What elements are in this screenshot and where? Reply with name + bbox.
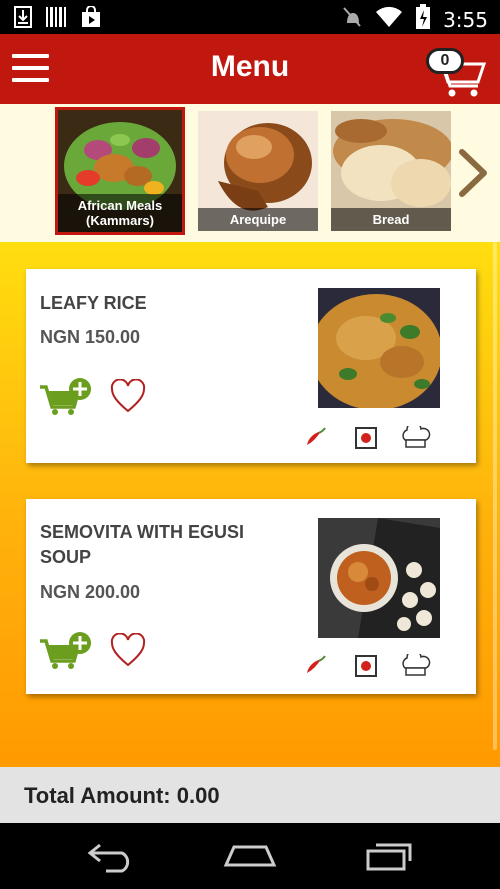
egusi-soup-image [318,518,440,638]
attribute-icons [303,649,431,683]
attribute-icons [303,421,431,455]
heart-icon[interactable] [110,378,146,413]
item-price: NGN 200.00 [40,582,141,602]
leafy-rice-image [318,288,440,408]
system-nav-bar [0,823,500,889]
total-bar: Total Amount: 0.00 [0,767,500,823]
menu-item-card[interactable]: SEMOVITA WITH EGUSI SOUP NGN 200.00 [26,499,476,694]
cart-count-badge: 0 [426,48,464,74]
category-label: African Meals (Kammars) [58,194,182,232]
home-icon[interactable] [222,837,278,878]
battery-icon [415,4,431,35]
scrollbar[interactable] [493,242,497,750]
mute-icon [341,5,363,34]
wifi-icon [375,6,403,33]
download-icon [14,6,32,33]
item-price: NGN 150.00 [40,327,141,347]
non-veg-icon [355,427,377,454]
chef-hat-icon [399,649,431,683]
back-icon[interactable] [86,837,136,878]
category-african-meals[interactable]: African Meals (Kammars) [55,107,185,235]
item-name: SEMOVITA WITH EGUSI SOUP [40,522,245,567]
menu-item-list[interactable]: LEAFY RICE NGN 150.00 SEMOVITA WITH EGUS… [0,242,500,767]
play-store-icon [80,5,102,33]
category-strip: African Meals (Kammars) Arequipe Bread [0,104,500,242]
add-to-cart-icon[interactable] [40,631,94,671]
category-label: Bread [331,208,451,231]
category-label: Arequipe [198,208,318,231]
recent-apps-icon[interactable] [364,837,416,878]
chili-icon [303,655,327,682]
chili-icon [303,427,327,454]
barcode-icon [46,6,66,33]
add-to-cart-icon[interactable] [40,377,94,417]
category-arequipe[interactable]: Arequipe [198,111,318,231]
item-name: LEAFY RICE [40,293,147,313]
total-amount: Total Amount: 0.00 [24,783,220,808]
app-bar: Menu 0 [0,34,500,104]
non-veg-icon [355,655,377,682]
clock: 3:55 [443,7,488,32]
category-bread[interactable]: Bread [331,111,451,231]
chevron-right-icon[interactable] [458,148,488,203]
heart-icon[interactable] [110,632,146,667]
cart-button[interactable]: 0 [424,40,488,100]
status-bar: 3:55 [0,0,500,34]
menu-item-card[interactable]: LEAFY RICE NGN 150.00 [26,269,476,463]
chef-hat-icon [399,421,431,455]
